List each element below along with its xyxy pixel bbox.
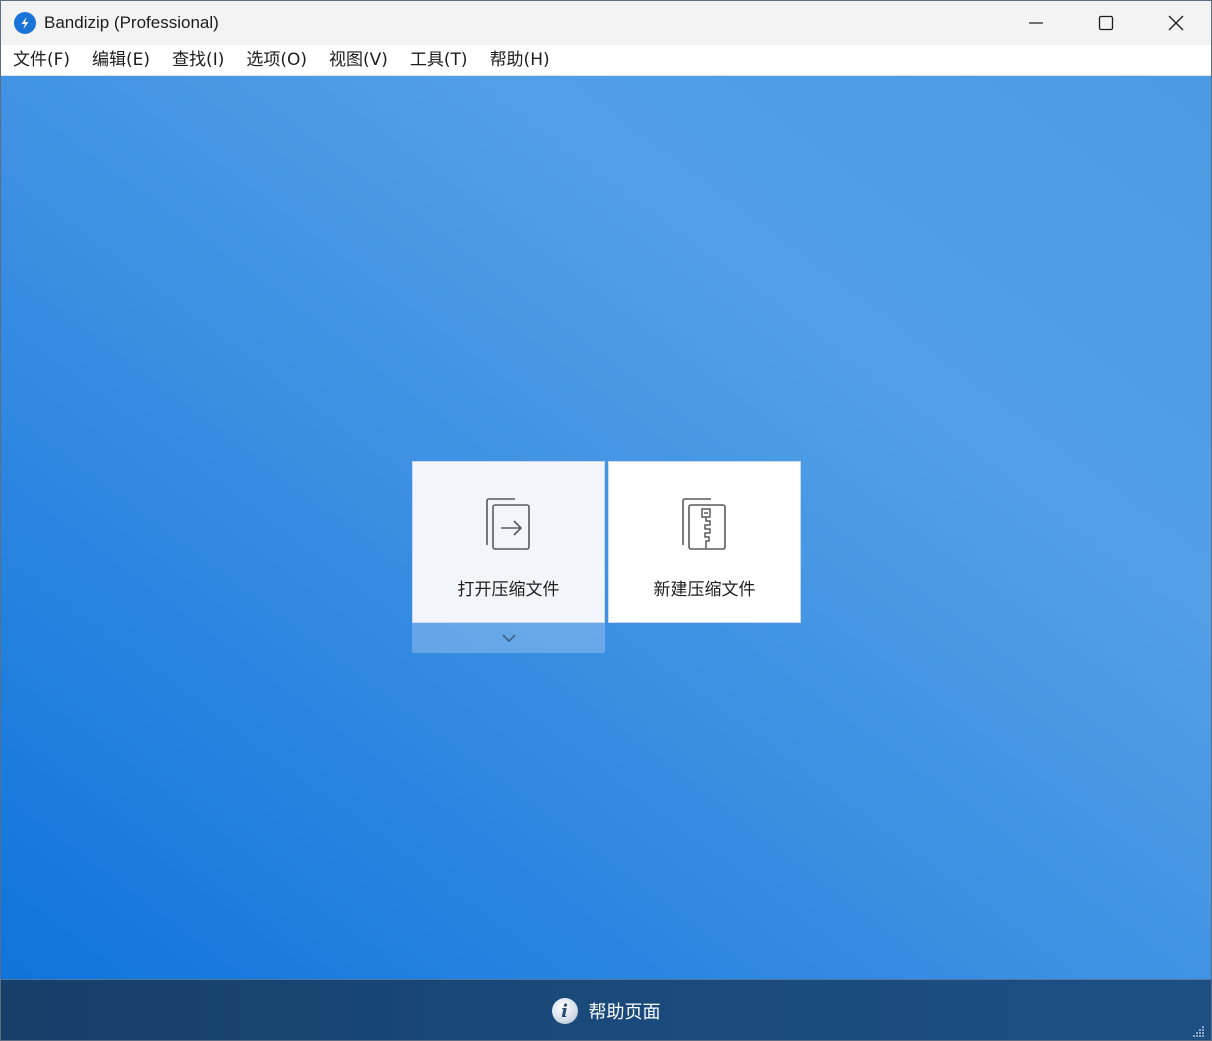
menu-find[interactable]: 查找(I) — [161, 45, 235, 76]
menu-help[interactable]: 帮助(H) — [479, 45, 561, 76]
chevron-down-icon — [501, 634, 516, 643]
maximize-button[interactable] — [1071, 1, 1141, 45]
maximize-icon — [1098, 15, 1114, 31]
menu-file[interactable]: 文件(F) — [1, 45, 81, 76]
minimize-button[interactable] — [1001, 1, 1071, 45]
open-archive-dropdown[interactable] — [412, 623, 605, 653]
footer-bar: i 帮助页面 — [1, 979, 1211, 1040]
info-icon: i — [551, 998, 578, 1024]
help-page-link[interactable]: i 帮助页面 — [551, 998, 661, 1024]
resize-grip-icon[interactable] — [1191, 1024, 1205, 1038]
window-title: Bandizip (Professional) — [44, 13, 219, 32]
menu-bar: 文件(F) 编辑(E) 查找(I) 选项(O) 视图(V) 工具(T) 帮助(H… — [1, 45, 1211, 76]
minimize-icon — [1029, 22, 1043, 24]
open-archive-icon — [485, 498, 530, 550]
close-button[interactable] — [1141, 1, 1211, 45]
open-archive-label: 打开压缩文件 — [457, 580, 560, 600]
menu-options[interactable]: 选项(O) — [235, 45, 318, 76]
title-bar[interactable]: Bandizip (Professional) — [1, 1, 1211, 45]
help-page-label: 帮助页面 — [588, 1002, 661, 1023]
new-archive-icon — [681, 498, 726, 550]
open-archive-button[interactable]: 打开压缩文件 — [412, 461, 605, 623]
window-controls — [1001, 1, 1211, 45]
menu-edit[interactable]: 编辑(E) — [81, 45, 161, 76]
app-window: Bandizip (Professional) 文件(F) 编辑(E) 查找(I… — [0, 0, 1212, 1041]
start-workspace: 打开压缩文件 新建压缩文件 — [1, 76, 1211, 979]
close-icon — [1168, 15, 1184, 31]
new-archive-button[interactable]: 新建压缩文件 — [608, 461, 801, 623]
menu-tools[interactable]: 工具(T) — [399, 45, 479, 76]
menu-view[interactable]: 视图(V) — [318, 45, 399, 76]
bandizip-logo-icon — [14, 12, 36, 34]
new-archive-label: 新建压缩文件 — [653, 580, 756, 600]
